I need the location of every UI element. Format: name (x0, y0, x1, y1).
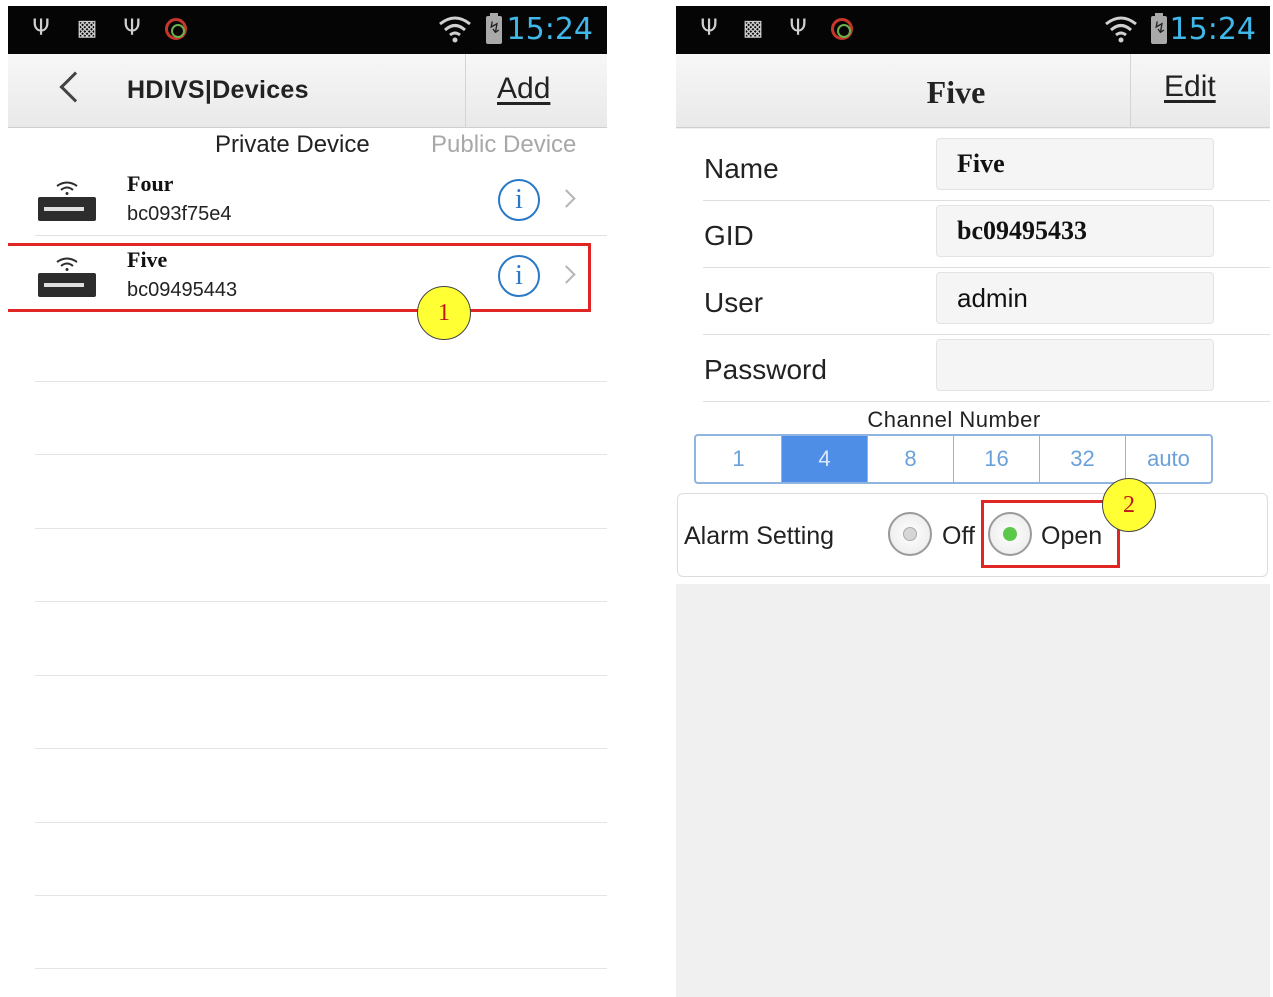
list-divider (35, 822, 607, 823)
alarm-setting-label: Alarm Setting (684, 522, 835, 550)
tab-private-device[interactable]: Private Device (215, 131, 370, 159)
step-badge: 1 (417, 286, 471, 340)
channel-option-4[interactable]: 4 (782, 436, 868, 482)
user-label: User (704, 287, 764, 318)
usb-icon: Ψ (123, 16, 141, 41)
list-divider (35, 601, 607, 602)
device-row-four[interactable]: Four bc093f75e4 i (8, 163, 607, 235)
row-divider (35, 235, 607, 236)
channel-number-label: Channel Number (867, 407, 1041, 432)
android-debug-icon: ▩ (76, 16, 98, 41)
wifi-icon (439, 16, 471, 43)
status-time: 15:24 (1169, 12, 1256, 47)
android-debug-icon: ▩ (742, 16, 764, 41)
edit-button[interactable]: Edit (1164, 70, 1216, 104)
battery-charging-icon: ↯ (1151, 13, 1167, 44)
device-gid: bc093f75e4 (127, 203, 232, 225)
router-icon (38, 181, 96, 221)
channel-option-8[interactable]: 8 (868, 436, 954, 482)
list-divider (35, 454, 607, 455)
channel-option-16[interactable]: 16 (954, 436, 1040, 482)
password-field[interactable] (936, 339, 1214, 391)
page-title: Five (926, 74, 986, 110)
channel-segmented-control: 1 4 8 16 32 auto (694, 434, 1213, 484)
gid-field[interactable]: bc09495433 (936, 205, 1214, 257)
wifi-icon (1105, 16, 1137, 43)
gid-label: GID (704, 220, 754, 251)
nav-bar: Five Edit (676, 54, 1270, 128)
page-title: HDIVS|Devices (127, 76, 309, 104)
nav-bar: HDIVS|Devices Add (8, 54, 607, 128)
channel-option-1[interactable]: 1 (696, 436, 782, 482)
info-icon[interactable]: i (498, 179, 540, 221)
list-divider (35, 381, 607, 382)
back-chevron-icon[interactable] (59, 71, 91, 103)
field-divider (703, 334, 1270, 335)
app-notification-icon (165, 18, 187, 40)
highlight-box (8, 243, 591, 312)
nav-divider (1130, 54, 1131, 128)
channel-option-auto[interactable]: auto (1126, 436, 1211, 482)
alarm-off-label: Off (942, 522, 975, 550)
usb-icon: Ψ (789, 16, 807, 41)
list-divider (35, 968, 607, 969)
device-detail-screen: Ψ ▩ Ψ ↯ 15:24 Five Edit Name Five GID bc… (676, 6, 1270, 997)
device-name: Four (127, 171, 174, 196)
add-button[interactable]: Add (497, 72, 550, 106)
password-label: Password (704, 354, 827, 385)
status-bar: Ψ ▩ Ψ ↯ 15:24 (8, 6, 607, 54)
user-field[interactable]: admin (936, 272, 1214, 324)
list-divider (35, 748, 607, 749)
alarm-off-radio[interactable] (888, 512, 932, 556)
field-divider (703, 267, 1270, 268)
battery-charging-icon: ↯ (486, 13, 502, 44)
list-divider (35, 675, 607, 676)
app-notification-icon (831, 18, 853, 40)
list-divider (35, 528, 607, 529)
step-badge: 2 (1102, 478, 1156, 532)
list-divider (35, 895, 607, 896)
channel-option-32[interactable]: 32 (1040, 436, 1126, 482)
usb-icon: Ψ (700, 16, 718, 41)
status-time: 15:24 (506, 12, 593, 47)
status-bar: Ψ ▩ Ψ ↯ 15:24 (676, 6, 1270, 54)
name-field[interactable]: Five (936, 138, 1214, 190)
highlight-box (981, 500, 1120, 568)
field-divider (703, 200, 1270, 201)
alarm-setting-row: Alarm Setting Off Open (677, 493, 1268, 577)
usb-icon: Ψ (32, 16, 50, 41)
nav-divider (465, 54, 466, 128)
field-divider (703, 401, 1270, 402)
chevron-right-icon (557, 189, 576, 208)
tab-public-device[interactable]: Public Device (431, 131, 576, 159)
device-list-screen: Ψ ▩ Ψ ↯ 15:24 HDIVS|Devices Add Private … (8, 6, 607, 997)
name-label: Name (704, 153, 779, 184)
